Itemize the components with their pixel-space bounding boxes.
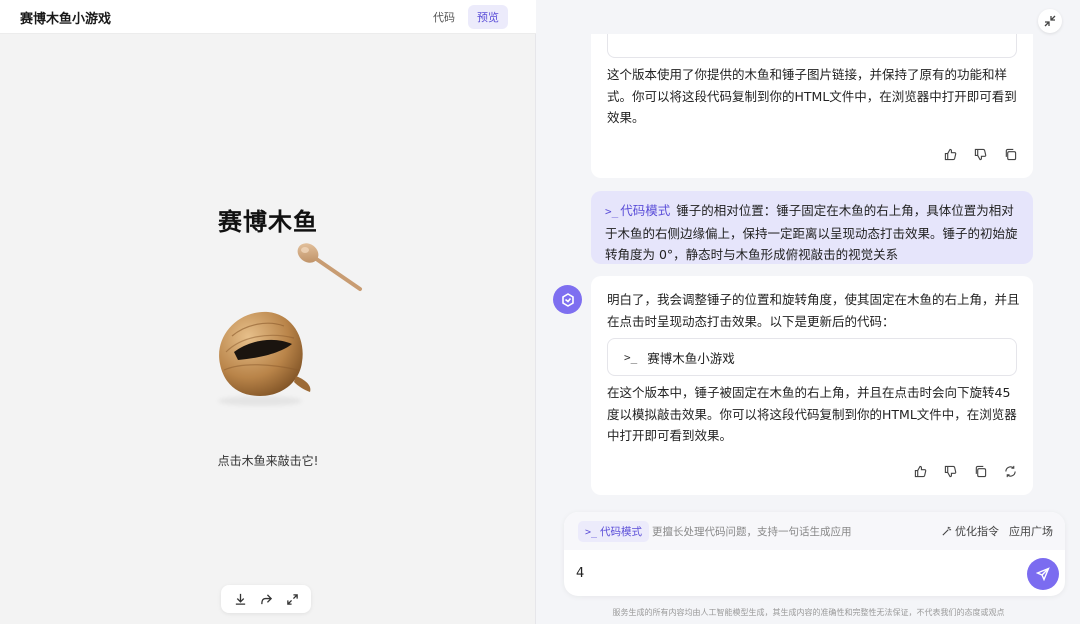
terminal-icon: >_ xyxy=(624,350,638,364)
code-mode-label: 代码模式 xyxy=(600,526,643,538)
assistant-message: 这个版本使用了你提供的木鱼和锤子图片链接，并保持了原有的功能和样式。你可以将这段… xyxy=(591,34,1033,178)
assistant-message: 明白了，我会调整锤子的位置和旋转角度，使其固定在木鱼的右上角，并且在点击时呈现动… xyxy=(591,276,1033,495)
collapse-icon[interactable] xyxy=(1038,9,1062,33)
assistant-logo-icon xyxy=(561,292,574,307)
fullscreen-icon[interactable] xyxy=(284,591,300,607)
assistant-avatar xyxy=(553,285,582,314)
regenerate-icon[interactable] xyxy=(1003,464,1017,478)
chat-pane: 这个版本使用了你提供的木鱼和锤子图片链接，并保持了原有的功能和样式。你可以将这段… xyxy=(537,0,1080,624)
app-title: 赛博木鱼小游戏 xyxy=(20,12,112,27)
game-title: 赛博木鱼 xyxy=(218,208,318,236)
hammer-image xyxy=(297,243,362,291)
game-hint: 点击木鱼来敲击它! xyxy=(217,454,319,468)
copy-icon[interactable] xyxy=(973,464,987,478)
terminal-icon: >_ xyxy=(605,205,619,218)
message-actions xyxy=(943,147,1017,161)
mode-tag: >_ 代码模式 xyxy=(605,203,670,218)
preview-toolbar xyxy=(221,585,311,613)
wooden-fish-image[interactable] xyxy=(212,306,316,402)
download-icon[interactable] xyxy=(232,591,248,607)
tab-code[interactable]: 代码 xyxy=(424,5,464,29)
chat-input[interactable] xyxy=(576,562,996,584)
disclaimer: 服务生成的所有内容均由人工智能模型生成，其生成内容的准确性和完整性无法保证，不代… xyxy=(612,608,1005,617)
app-store-button[interactable]: 应用广场 xyxy=(1009,523,1053,539)
terminal-icon: >_ xyxy=(585,527,598,538)
mode-tag-label: 代码模式 xyxy=(620,203,671,218)
thumbs-down-icon[interactable] xyxy=(943,464,957,478)
assistant-message-text: 这个版本使用了你提供的木鱼和锤子图片链接，并保持了原有的功能和样式。你可以将这段… xyxy=(607,67,1017,125)
assistant-message-text: 在这个版本中，锤子被固定在木鱼的右上角，并且在点击时会向下旋转45度以模拟敲击效… xyxy=(607,385,1017,443)
code-block[interactable]: >_ 赛博木鱼小游戏 xyxy=(607,338,1017,376)
optimize-prompt-button[interactable]: 优化指令 xyxy=(941,523,999,539)
code-block-title: 赛博木鱼小游戏 xyxy=(647,350,735,366)
thumbs-up-icon[interactable] xyxy=(943,147,957,161)
optimize-prompt-label: 优化指令 xyxy=(955,525,999,538)
share-icon[interactable] xyxy=(258,591,274,607)
input-toolbar: >_ 代码模式 更擅长处理代码问题，支持一句话生成应用 优化指令 应用广场 xyxy=(564,512,1065,550)
user-message: >_ 代码模式 锤子的相对位置：锤子固定在木鱼的右上角，具体位置为相对于木鱼的右侧边… xyxy=(591,191,1033,264)
thumbs-up-icon[interactable] xyxy=(913,464,927,478)
mode-description: 更擅长处理代码问题，支持一句话生成应用 xyxy=(652,526,852,538)
tab-preview[interactable]: 预览 xyxy=(468,5,508,29)
assistant-message-text: 明白了，我会调整锤子的位置和旋转角度，使其固定在木鱼的右上角，并且在点击时呈现动… xyxy=(607,292,1020,329)
send-icon xyxy=(1036,567,1050,581)
send-button[interactable] xyxy=(1027,558,1059,590)
message-actions xyxy=(913,464,1017,478)
code-mode-chip[interactable]: >_ 代码模式 xyxy=(578,521,650,542)
magic-wand-icon xyxy=(942,526,952,536)
copy-icon[interactable] xyxy=(1003,147,1017,161)
preview-header: 赛博木鱼小游戏 代码 预览 xyxy=(0,0,536,34)
code-block-stub[interactable] xyxy=(607,34,1017,58)
thumbs-down-icon[interactable] xyxy=(973,147,987,161)
preview-pane: 赛博木鱼小游戏 代码 预览 赛博木鱼 点击木鱼来敲击它! xyxy=(0,0,536,624)
view-toggle: 代码 预览 xyxy=(424,5,508,29)
chat-input-box: >_ 代码模式 更擅长处理代码问题，支持一句话生成应用 优化指令 应用广场 xyxy=(564,512,1065,596)
